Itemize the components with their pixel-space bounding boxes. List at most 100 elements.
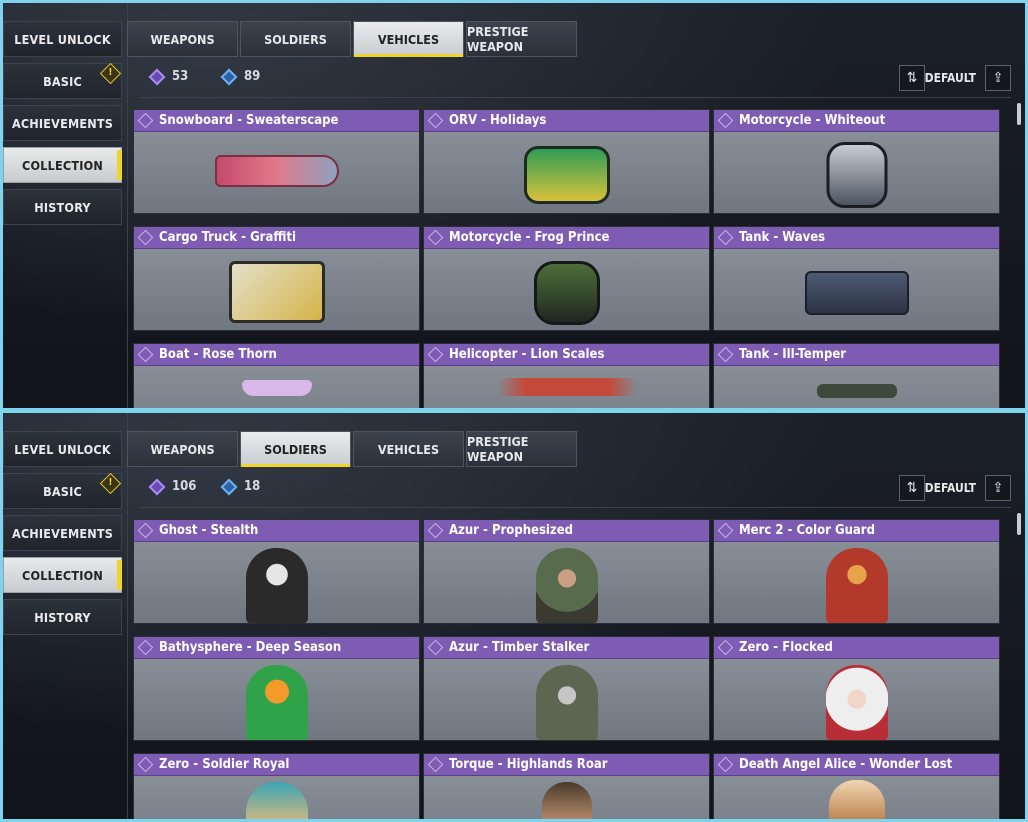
nav-history[interactable]: HISTORY <box>3 189 122 225</box>
sort-arrows-icon[interactable]: ⇅ <box>899 475 925 501</box>
nav-level-unlock[interactable]: LEVEL UNLOCK <box>3 21 122 57</box>
tab-vehicles[interactable]: VEHICLES <box>353 431 464 467</box>
rarity-diamond-icon <box>137 229 154 246</box>
rarity-diamond-icon <box>717 112 734 129</box>
collection-card[interactable]: Tank - Ill-Temper <box>713 343 1000 408</box>
card-title: Death Angel Alice - Wonder Lost <box>739 757 953 772</box>
operator-portrait <box>825 665 888 740</box>
nav-label: COLLECTION <box>22 567 103 583</box>
tab-prestige-weapon[interactable]: PRESTIGE WEAPON <box>466 431 577 467</box>
scrollbar[interactable] <box>1017 513 1021 535</box>
vehicle-image <box>826 142 887 208</box>
nav-collection[interactable]: COLLECTION <box>3 147 122 183</box>
collection-card[interactable]: Bathysphere - Deep Season <box>133 636 420 741</box>
alert-diamond-icon: ! <box>99 62 122 85</box>
card-title: Tank - Waves <box>739 230 826 245</box>
card-title: Bathysphere - Deep Season <box>159 640 342 655</box>
card-title: Motorcycle - Whiteout <box>739 113 886 128</box>
vehicle-image <box>533 261 600 325</box>
tab-soldiers[interactable]: SOLDIERS <box>240 21 351 57</box>
card-title: Ghost - Stealth <box>159 523 259 538</box>
collection-card[interactable]: Motorcycle - Frog Prince <box>423 226 710 331</box>
collection-card[interactable]: Cargo Truck - Graffiti <box>133 226 420 331</box>
scrollbar[interactable] <box>1017 103 1021 125</box>
vehicle-image <box>816 384 897 398</box>
nav-basic[interactable]: BASIC ! <box>3 62 122 99</box>
nav-history[interactable]: HISTORY <box>3 599 122 635</box>
vehicle-image <box>523 146 610 204</box>
tab-vehicles[interactable]: VEHICLES <box>353 21 464 57</box>
collection-card[interactable]: Zero - Soldier Royal <box>133 753 420 819</box>
sort-label[interactable]: DEFAULT <box>925 481 976 495</box>
rarity-diamond-icon <box>427 639 444 656</box>
nav-label: HISTORY <box>34 199 91 215</box>
collection-card[interactable]: Azur - Timber Stalker <box>423 636 710 741</box>
alert-diamond-icon: ! <box>99 472 122 495</box>
currency-blue: 89 <box>220 68 260 85</box>
collection-card[interactable]: Ghost - Stealth <box>133 519 420 624</box>
nav-collection[interactable]: COLLECTION <box>3 557 122 593</box>
card-title: Merc 2 - Color Guard <box>739 523 875 538</box>
nav-label: HISTORY <box>34 609 91 625</box>
rarity-diamond-icon <box>427 229 444 246</box>
rarity-diamond-icon <box>137 639 154 656</box>
rarity-diamond-icon <box>427 756 444 773</box>
tab-soldiers[interactable]: SOLDIERS <box>240 431 351 467</box>
nav-divider <box>127 413 128 819</box>
collection-card[interactable]: ORV - Holidays <box>423 109 710 214</box>
operator-portrait <box>541 782 592 819</box>
purple-diamond-icon <box>148 478 166 495</box>
vehicle-image <box>228 261 325 323</box>
collection-card[interactable]: Boat - Rose Thorn <box>133 343 420 408</box>
sort-label[interactable]: DEFAULT <box>925 71 976 85</box>
collection-card[interactable]: Snowboard - Sweaterscape <box>133 109 420 214</box>
share-icon[interactable]: ⇪ <box>985 65 1011 91</box>
collection-card[interactable]: Azur - Prophesized <box>423 519 710 624</box>
sort-arrows-icon[interactable]: ⇅ <box>899 65 925 91</box>
card-title: Helicopter - Lion Scales <box>449 347 605 362</box>
nav-divider <box>127 3 128 408</box>
card-title: Zero - Soldier Royal <box>159 757 290 772</box>
vehicle-image <box>241 380 312 396</box>
card-title: Azur - Timber Stalker <box>449 640 590 655</box>
tab-prestige-weapon[interactable]: PRESTIGE WEAPON <box>466 21 577 57</box>
tab-weapons[interactable]: WEAPONS <box>127 21 238 57</box>
collection-card[interactable]: Motorcycle - Whiteout <box>713 109 1000 214</box>
nav-label: ACHIEVEMENTS <box>11 115 114 131</box>
collection-card[interactable]: Death Angel Alice - Wonder Lost <box>713 753 1000 819</box>
currency-value: 53 <box>172 69 189 84</box>
tab-label: PRESTIGE WEAPON <box>467 24 529 54</box>
currency-purple: 53 <box>148 68 189 85</box>
nav-label: BASIC <box>43 483 82 499</box>
nav-achievements[interactable]: ACHIEVEMENTS <box>3 105 122 141</box>
collection-card[interactable]: Torque - Highlands Roar <box>423 753 710 819</box>
operator-portrait <box>828 780 885 819</box>
collection-panel-soldiers: LEVEL UNLOCK BASIC ! ACHIEVEMENTS COLLEC… <box>3 413 1025 819</box>
collection-card[interactable]: Tank - Waves <box>713 226 1000 331</box>
nav-label: COLLECTION <box>22 157 103 173</box>
rarity-diamond-icon <box>427 522 444 539</box>
collection-panel-vehicles: LEVEL UNLOCK BASIC ! ACHIEVEMENTS COLLEC… <box>3 3 1025 408</box>
nav-achievements[interactable]: ACHIEVEMENTS <box>3 515 122 551</box>
card-title: Cargo Truck - Graffiti <box>159 230 296 245</box>
share-icon[interactable]: ⇪ <box>985 475 1011 501</box>
collection-card[interactable]: Merc 2 - Color Guard <box>713 519 1000 624</box>
blue-diamond-icon <box>220 68 238 85</box>
collection-card[interactable]: Helicopter - Lion Scales <box>423 343 710 408</box>
rarity-diamond-icon <box>717 639 734 656</box>
nav-basic[interactable]: BASIC ! <box>3 472 122 509</box>
collection-card[interactable]: Zero - Flocked <box>713 636 1000 741</box>
vehicle-image <box>496 378 637 396</box>
operator-portrait <box>825 548 888 623</box>
operator-portrait <box>245 782 308 819</box>
currency-row: 53 89 ⇅ DEFAULT ⇪ <box>139 61 1011 98</box>
purple-diamond-icon <box>148 68 166 85</box>
nav-label: BASIC <box>43 73 82 89</box>
vehicle-image <box>214 155 339 187</box>
tab-label: WEAPONS <box>150 31 215 47</box>
tab-weapons[interactable]: WEAPONS <box>127 431 238 467</box>
nav-level-unlock[interactable]: LEVEL UNLOCK <box>3 431 122 467</box>
tab-label: VEHICLES <box>377 31 440 47</box>
rarity-diamond-icon <box>717 346 734 363</box>
operator-portrait <box>535 665 598 740</box>
